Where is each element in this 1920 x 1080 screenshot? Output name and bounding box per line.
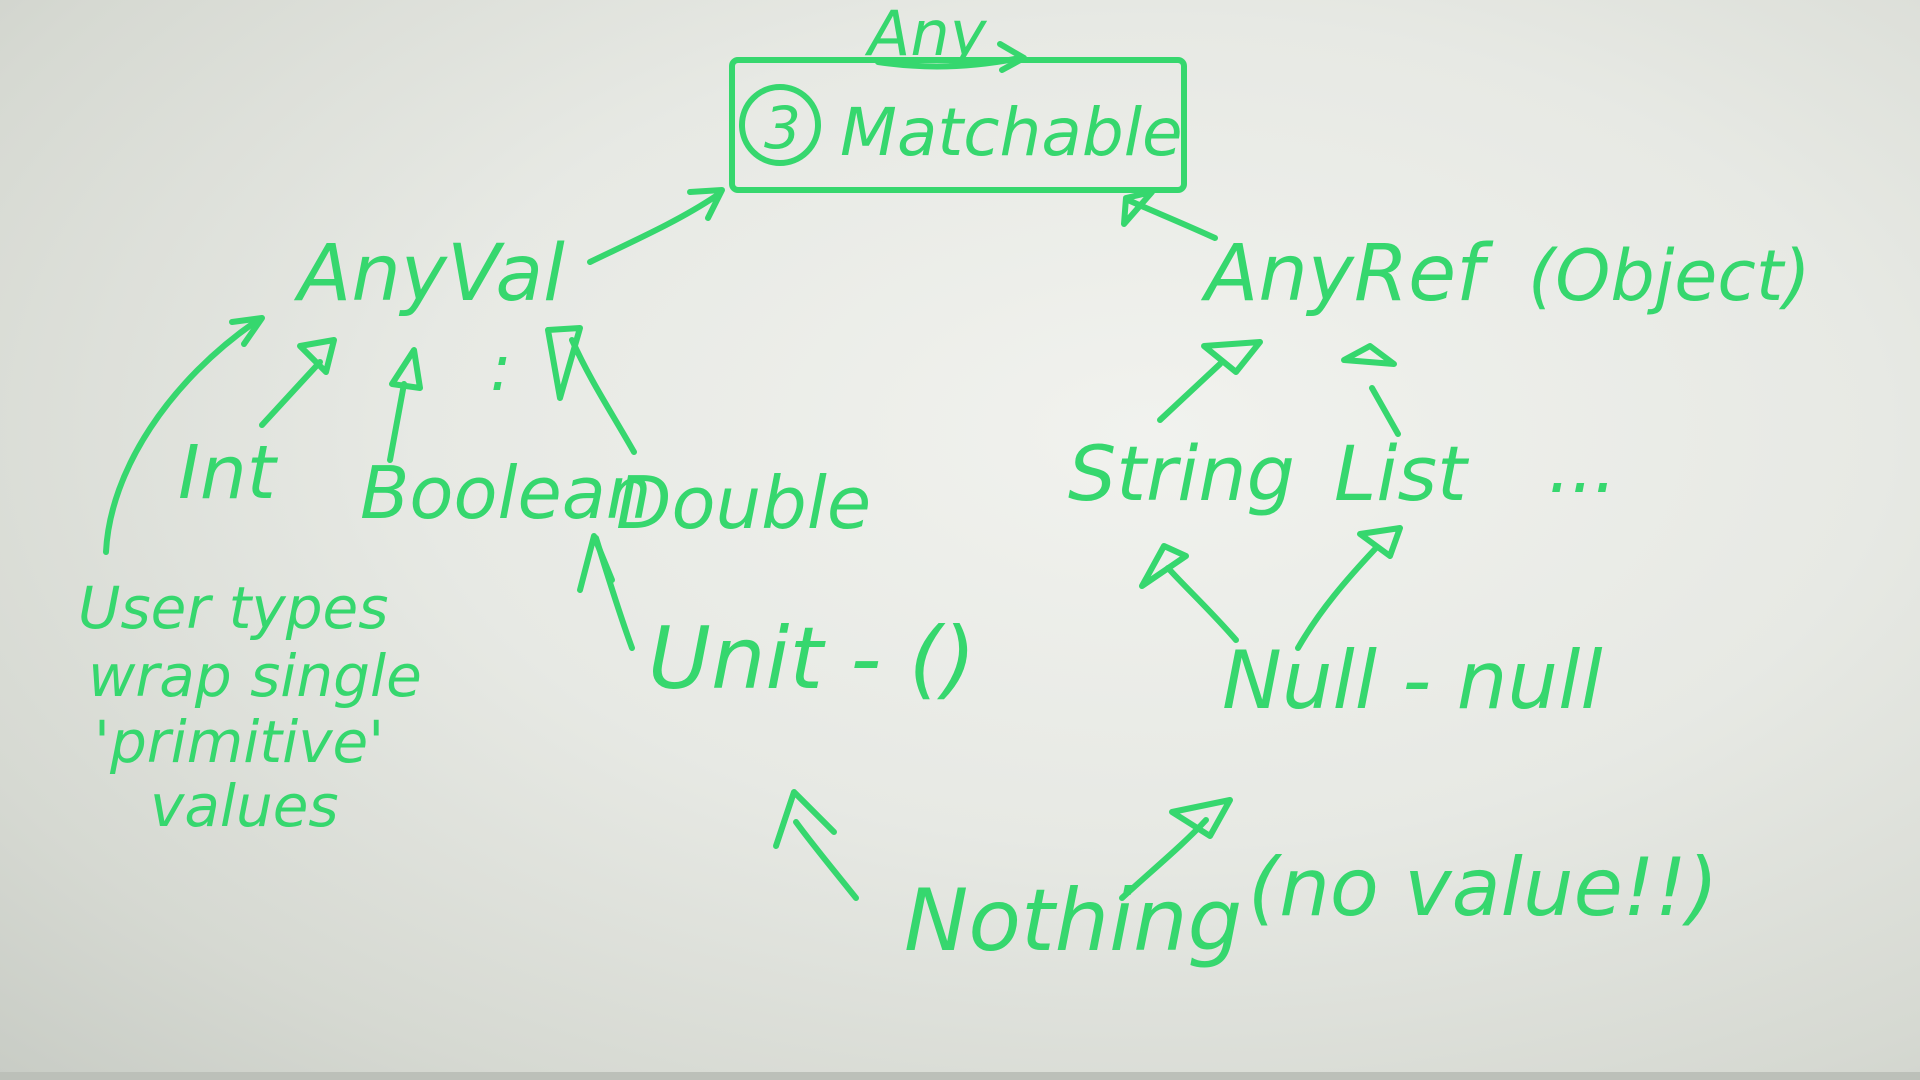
null-to-list-edge bbox=[1295, 545, 1379, 651]
int-to-anyval-arrowhead bbox=[297, 337, 337, 375]
matchable-number: 3 bbox=[764, 94, 801, 162]
user-types-note-line-3: 'primitive' bbox=[94, 708, 384, 776]
nothing-to-null-arrowhead bbox=[1169, 797, 1233, 839]
vertical-ellipsis: : bbox=[490, 332, 512, 406]
nothing-to-unit-edge bbox=[793, 819, 859, 901]
user-types-note-line-1: User types bbox=[78, 574, 388, 642]
nothing-no-value-note: (no value!!) bbox=[1248, 841, 1718, 934]
null-to-list-arrowhead bbox=[1357, 525, 1403, 559]
anyref-object-note: (Object) bbox=[1528, 235, 1811, 317]
node-anyref: AnyRef bbox=[1200, 229, 1494, 319]
string-to-anyref-edge bbox=[1157, 361, 1223, 423]
null-to-string-edge bbox=[1165, 565, 1239, 643]
node-nothing: Nothing bbox=[904, 871, 1242, 971]
whiteboard-bottom-edge bbox=[0, 1072, 1920, 1080]
double-to-anyval-edge bbox=[569, 337, 637, 455]
anyval-to-matchable-edge bbox=[587, 193, 719, 265]
node-unit: Unit - () bbox=[648, 609, 976, 709]
whiteboard: Any 3 Matchable AnyVal AnyRef (Object) I… bbox=[0, 0, 1920, 1080]
list-to-anyref-arrowhead bbox=[1341, 343, 1397, 367]
more-types-ellipsis: ... bbox=[1548, 425, 1617, 509]
int-to-anyval-edge bbox=[259, 359, 323, 428]
user-types-note-line-2: wrap single bbox=[88, 642, 422, 710]
node-boolean: Boolean bbox=[360, 451, 652, 535]
node-null: Null - null bbox=[1222, 634, 1603, 727]
node-double: Double bbox=[616, 461, 871, 545]
user-types-note-line-4: values bbox=[150, 772, 339, 840]
double-to-anyval-arrowhead bbox=[545, 325, 583, 401]
node-matchable: Matchable bbox=[840, 94, 1183, 171]
list-to-anyref-edge bbox=[1369, 385, 1401, 437]
node-int: Int bbox=[178, 430, 279, 516]
node-string: String bbox=[1068, 429, 1295, 518]
boolean-to-anyval-edge bbox=[387, 381, 407, 463]
node-list: List bbox=[1334, 429, 1470, 518]
node-anyval: AnyVal bbox=[293, 229, 565, 319]
marker-diagram: Any 3 Matchable AnyVal AnyRef (Object) I… bbox=[78, 0, 1811, 971]
